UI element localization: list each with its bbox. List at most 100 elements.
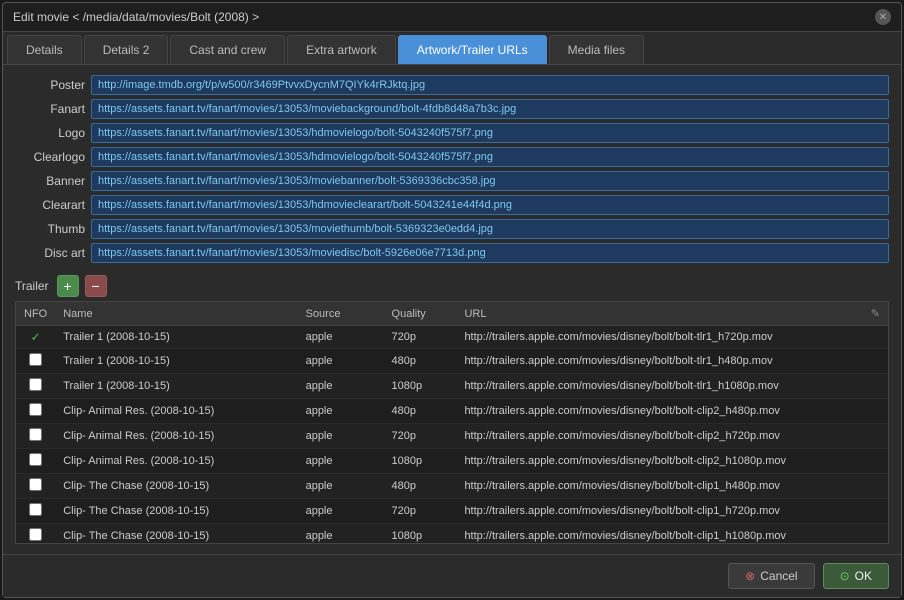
cancel-button[interactable]: ⊗ Cancel: [728, 563, 814, 589]
banner-input[interactable]: [91, 171, 889, 191]
table-row: Clip- Animal Res. (2008-10-15)apple480ph…: [16, 399, 888, 424]
tab-artwork-trailer[interactable]: Artwork/Trailer URLs: [398, 35, 547, 64]
banner-label: Banner: [15, 174, 85, 188]
url-cell: http://trailers.apple.com/movies/disney/…: [456, 524, 862, 545]
discart-input[interactable]: [91, 243, 889, 263]
quality-cell: 1080p: [384, 449, 457, 474]
dialog-title: Edit movie < /media/data/movies/Bolt (20…: [13, 10, 259, 24]
nfo-checkbox[interactable]: [29, 528, 42, 541]
tab-details[interactable]: Details: [7, 35, 82, 64]
url-cell: http://trailers.apple.com/movies/disney/…: [456, 474, 862, 499]
close-button[interactable]: ✕: [875, 9, 891, 25]
source-cell: apple: [298, 326, 384, 349]
table-row: Clip- The Chase (2008-10-15)apple1080pht…: [16, 524, 888, 545]
ok-icon: ⊙: [840, 569, 850, 583]
quality-cell: 720p: [384, 424, 457, 449]
footer: ⊗ Cancel ⊙ OK: [3, 554, 901, 597]
edit-cell: [863, 524, 888, 545]
edit-cell: [863, 424, 888, 449]
table-row: ✓Trailer 1 (2008-10-15)apple720phttp://t…: [16, 326, 888, 349]
url-cell: http://trailers.apple.com/movies/disney/…: [456, 424, 862, 449]
poster-input[interactable]: [91, 75, 889, 95]
url-cell: http://trailers.apple.com/movies/disney/…: [456, 399, 862, 424]
clearart-row: Clearart: [15, 195, 889, 215]
edit-cell: [863, 499, 888, 524]
url-cell: http://trailers.apple.com/movies/disney/…: [456, 374, 862, 399]
name-cell: Clip- Animal Res. (2008-10-15): [55, 449, 297, 474]
tab-details2[interactable]: Details 2: [84, 35, 169, 64]
thumb-input[interactable]: [91, 219, 889, 239]
col-url: URL: [456, 302, 862, 326]
trailer-label: Trailer: [15, 279, 49, 293]
nfo-cell: [16, 424, 55, 449]
nfo-cell: ✓: [16, 326, 55, 349]
source-cell: apple: [298, 499, 384, 524]
nfo-cell: [16, 374, 55, 399]
ok-button[interactable]: ⊙ OK: [823, 563, 889, 589]
name-cell: Trailer 1 (2008-10-15): [55, 349, 297, 374]
poster-row: Poster: [15, 75, 889, 95]
nfo-cell: [16, 399, 55, 424]
tab-extra-artwork[interactable]: Extra artwork: [287, 35, 396, 64]
discart-row: Disc art: [15, 243, 889, 263]
quality-cell: 1080p: [384, 524, 457, 545]
add-trailer-button[interactable]: +: [57, 275, 79, 297]
edit-cell: [863, 399, 888, 424]
clearlogo-label: Clearlogo: [15, 150, 85, 164]
clearart-label: Clearart: [15, 198, 85, 212]
nfo-cell: [16, 524, 55, 545]
tab-media-files[interactable]: Media files: [549, 35, 644, 64]
logo-label: Logo: [15, 126, 85, 140]
col-quality: Quality: [384, 302, 457, 326]
source-cell: apple: [298, 349, 384, 374]
quality-cell: 480p: [384, 474, 457, 499]
nfo-checkbox[interactable]: [29, 478, 42, 491]
main-content: Poster Fanart Logo Clearlogo Banner: [3, 65, 901, 554]
name-cell: Trailer 1 (2008-10-15): [55, 326, 297, 349]
source-cell: apple: [298, 449, 384, 474]
quality-cell: 720p: [384, 499, 457, 524]
thumb-label: Thumb: [15, 222, 85, 236]
nfo-checkbox[interactable]: [29, 428, 42, 441]
edit-cell: [863, 326, 888, 349]
source-cell: apple: [298, 524, 384, 545]
tab-cast-crew[interactable]: Cast and crew: [170, 35, 285, 64]
banner-row: Banner: [15, 171, 889, 191]
source-cell: apple: [298, 374, 384, 399]
clearlogo-input[interactable]: [91, 147, 889, 167]
name-cell: Clip- The Chase (2008-10-15): [55, 499, 297, 524]
tab-bar: Details Details 2 Cast and crew Extra ar…: [3, 32, 901, 65]
table-row: Clip- Animal Res. (2008-10-15)apple1080p…: [16, 449, 888, 474]
nfo-check-icon: ✓: [31, 330, 41, 344]
name-cell: Clip- The Chase (2008-10-15): [55, 524, 297, 545]
clearart-input[interactable]: [91, 195, 889, 215]
source-cell: apple: [298, 474, 384, 499]
url-cell: http://trailers.apple.com/movies/disney/…: [456, 499, 862, 524]
edit-cell: [863, 474, 888, 499]
logo-input[interactable]: [91, 123, 889, 143]
title-bar: Edit movie < /media/data/movies/Bolt (20…: [3, 3, 901, 32]
thumb-row: Thumb: [15, 219, 889, 239]
edit-movie-dialog: Edit movie < /media/data/movies/Bolt (20…: [2, 2, 902, 598]
nfo-checkbox[interactable]: [29, 503, 42, 516]
edit-cell: [863, 349, 888, 374]
quality-cell: 1080p: [384, 374, 457, 399]
remove-trailer-button[interactable]: −: [85, 275, 107, 297]
col-name: Name: [55, 302, 297, 326]
col-source: Source: [298, 302, 384, 326]
nfo-checkbox[interactable]: [29, 353, 42, 366]
name-cell: Clip- Animal Res. (2008-10-15): [55, 399, 297, 424]
nfo-cell: [16, 499, 55, 524]
trailer-table-body: ✓Trailer 1 (2008-10-15)apple720phttp://t…: [16, 326, 888, 545]
nfo-checkbox[interactable]: [29, 403, 42, 416]
nfo-checkbox[interactable]: [29, 378, 42, 391]
table-row: Clip- The Chase (2008-10-15)apple720phtt…: [16, 499, 888, 524]
trailer-table-wrapper: NFO Name Source Quality URL ✎ ✓Trailer 1…: [15, 301, 889, 544]
quality-cell: 480p: [384, 399, 457, 424]
col-nfo: NFO: [16, 302, 55, 326]
ok-label: OK: [855, 569, 872, 583]
nfo-checkbox[interactable]: [29, 453, 42, 466]
url-cell: http://trailers.apple.com/movies/disney/…: [456, 326, 862, 349]
table-row: Trailer 1 (2008-10-15)apple480phttp://tr…: [16, 349, 888, 374]
fanart-input[interactable]: [91, 99, 889, 119]
